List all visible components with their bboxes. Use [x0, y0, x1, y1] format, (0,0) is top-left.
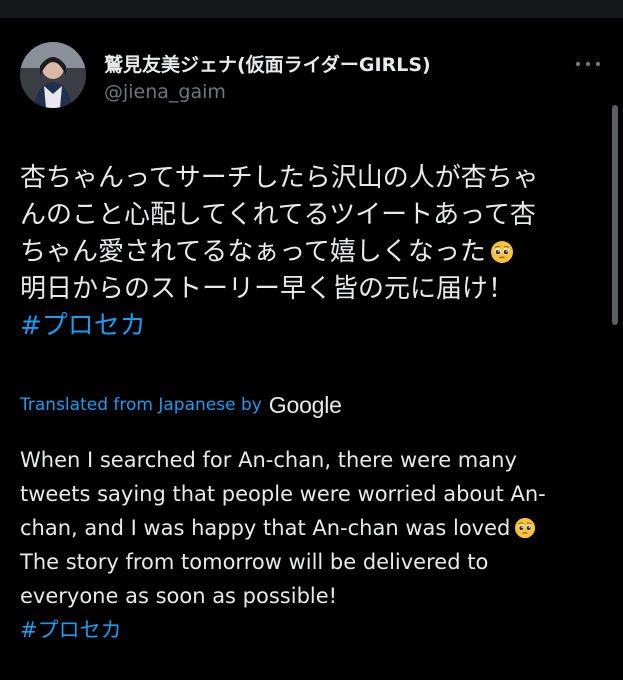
translation-line: everyone as soon as possible! — [20, 584, 338, 608]
top-bar — [0, 0, 623, 18]
more-dots-icon[interactable] — [573, 58, 603, 70]
translation-line: tweets saying that people were worried a… — [20, 482, 546, 506]
pleading-face-emoji-icon — [515, 517, 536, 539]
translation-line: The story from tomorrow will be delivere… — [20, 550, 489, 574]
translated-text: When I searched for An-chan, there were … — [20, 443, 610, 647]
avatar[interactable] — [20, 42, 86, 108]
author-handle[interactable]: @jiena_gaim — [104, 81, 226, 103]
tweet-line: ちゃん愛されてるなぁって嬉しくなった — [20, 234, 595, 271]
tweet-line: 明日からのストーリー早く皆の元に届け！ — [20, 274, 515, 304]
tweet-line: 杏ちゃんってサーチしたら沢山の人が杏ちゃ — [20, 163, 539, 193]
translation-line: When I searched for An-chan, there were … — [20, 448, 517, 472]
translation-attribution: Translated from Japanese by Google — [20, 390, 342, 420]
scrollbar-thumb[interactable] — [612, 105, 618, 325]
translation-hashtag-link[interactable]: #プロセカ — [20, 613, 610, 647]
tweet-hashtag-link[interactable]: #プロセカ — [20, 308, 595, 345]
tweet-line: んのこと心配してくれてるツイートあって杏 — [20, 200, 536, 230]
translation-line: chan, and I was happy that An-chan was l… — [20, 511, 610, 545]
tweet-line-text: ちゃん愛されてるなぁって嬉しくなった — [20, 237, 486, 267]
translated-from-label[interactable]: Translated from Japanese by — [20, 395, 262, 415]
translation-line-text: chan, and I was happy that An-chan was l… — [20, 516, 511, 540]
pleading-face-emoji-icon — [490, 241, 513, 263]
google-logo: Google — [268, 391, 342, 418]
tweet-text: 杏ちゃんってサーチしたら沢山の人が杏ちゃ んのこと心配してくれてるツイートあって… — [20, 160, 595, 345]
avatar-image — [20, 42, 86, 108]
author-display-name[interactable]: 鷲見友美ジェナ(仮面ライダーGIRLS) — [104, 50, 431, 77]
